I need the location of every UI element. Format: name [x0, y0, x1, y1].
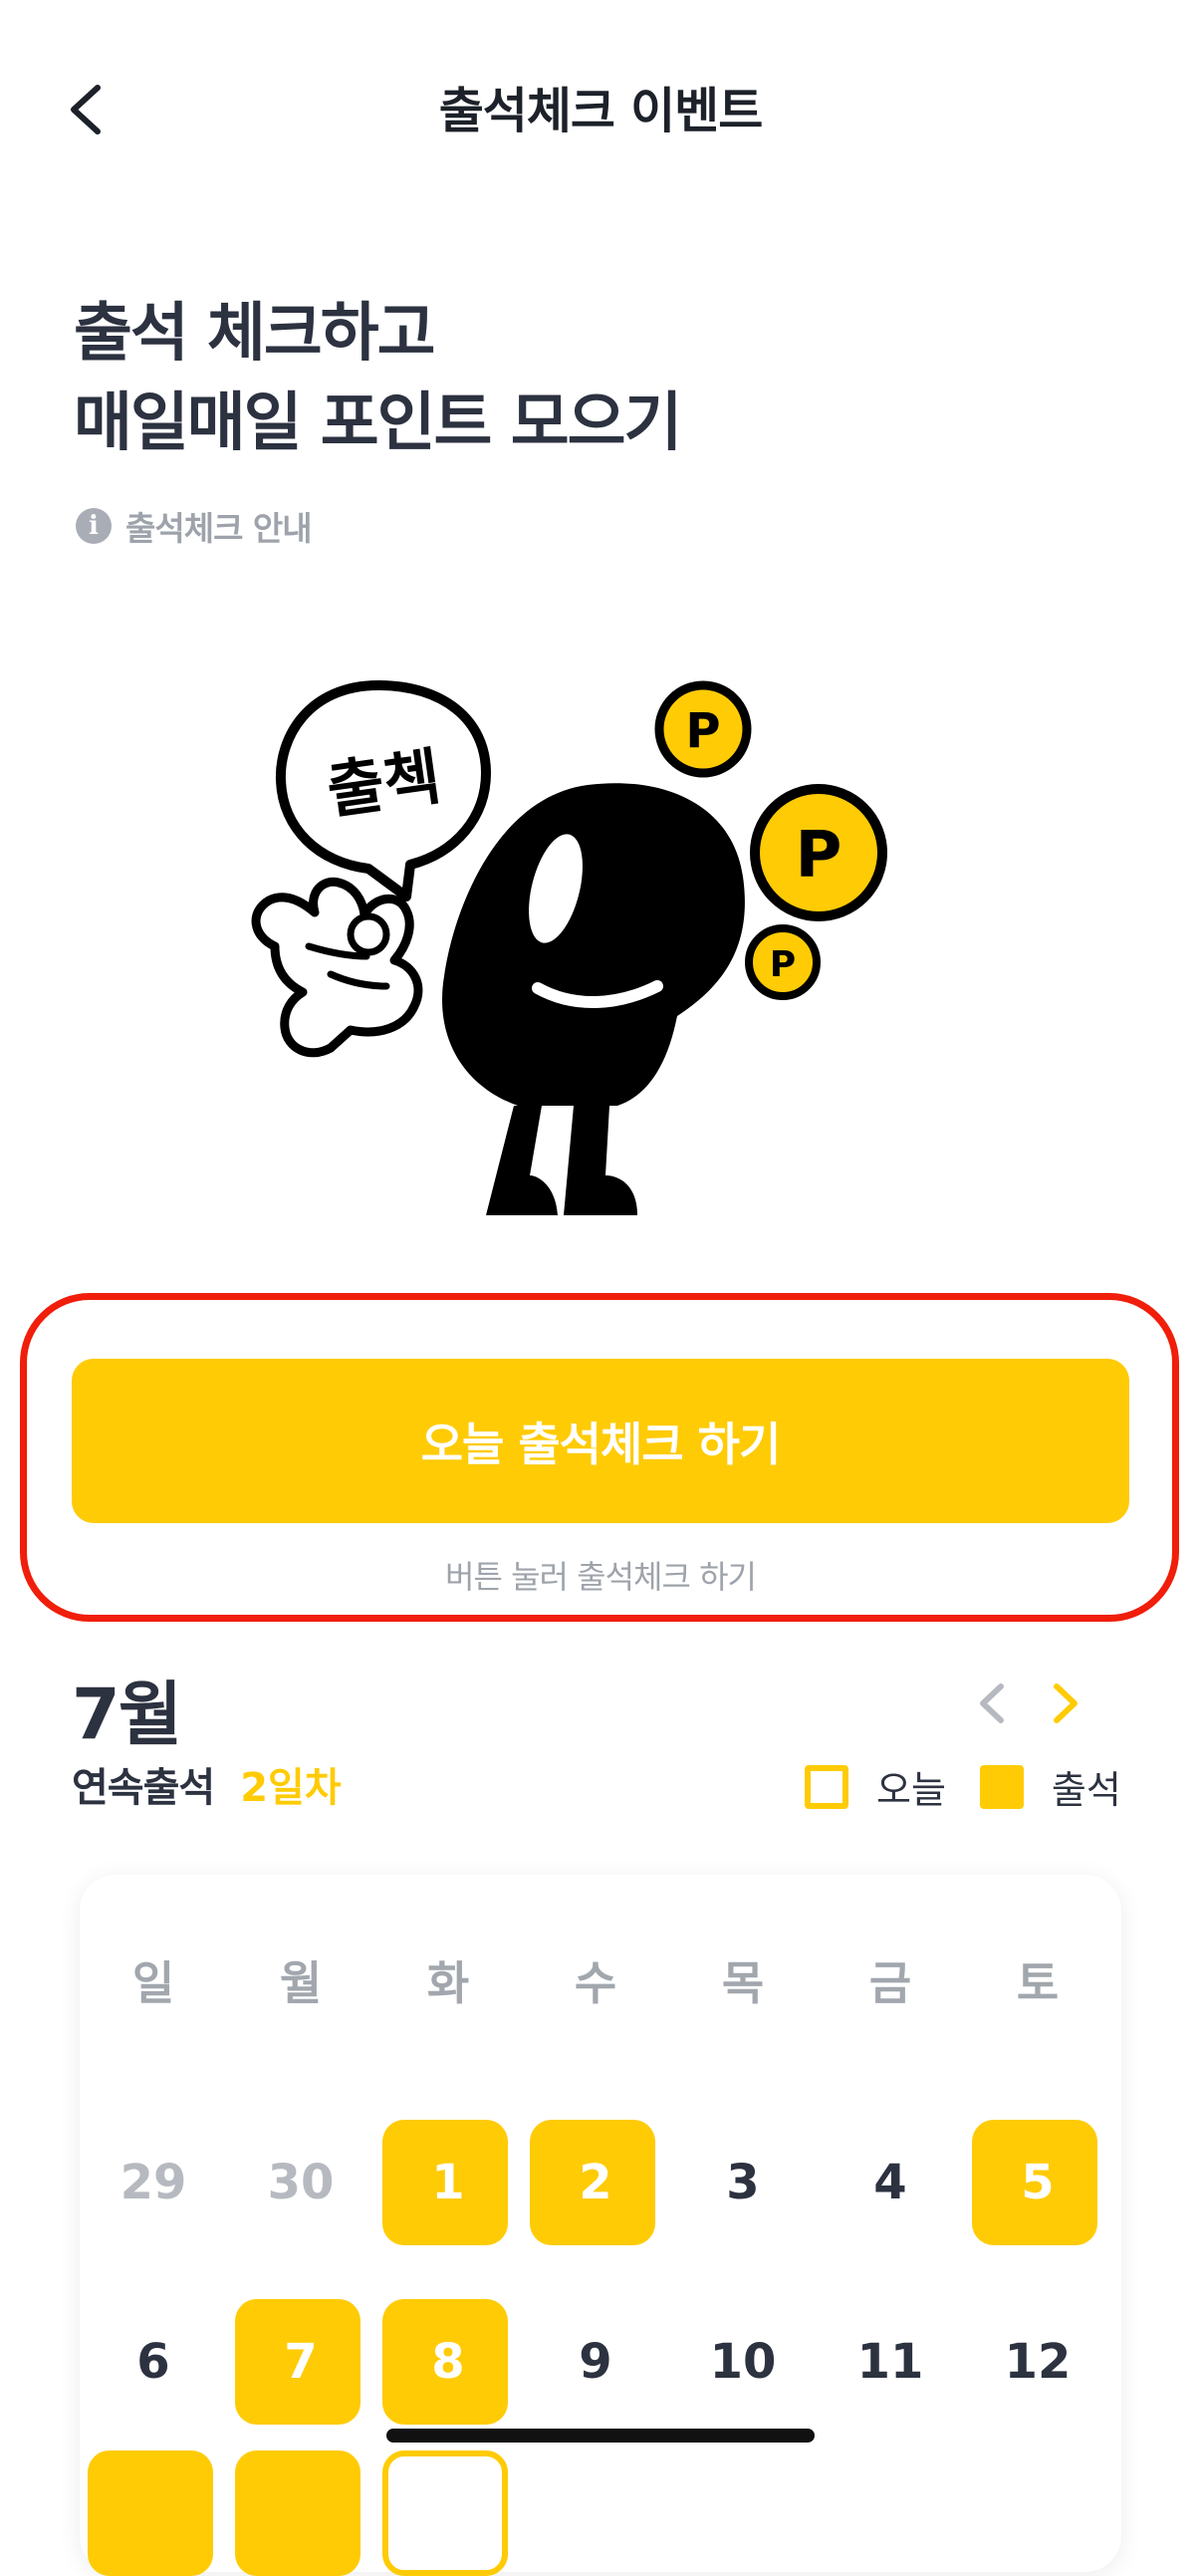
calendar-week-row: 29 30 1 2 3 4 5 [80, 2120, 1121, 2245]
legend-attended-label: 출석 [1051, 1768, 1121, 1812]
weekday-label: 수 [574, 1956, 617, 2010]
coin-icon-top: P [654, 680, 752, 778]
info-label: 출석체크 안내 [125, 509, 313, 548]
calendar-day-number: 11 [856, 2334, 924, 2390]
legend-attended-swatch [979, 1764, 1024, 1809]
prev-month-button[interactable] [969, 1678, 1019, 1728]
hero-title-line1: 출석 체크하고 [74, 297, 436, 371]
calendar-week-row: 6 7 8 9 10 11 12 [80, 2299, 1121, 2425]
weekday-label: 토 [1016, 1956, 1060, 2010]
calendar-day-number: 29 [120, 2155, 187, 2210]
streak-row: 연속출석 2일차 [72, 1755, 342, 1813]
info-icon: i [76, 508, 112, 544]
calendar-day-number: 2 [579, 2155, 612, 2210]
hero-title: 출석 체크하고 매일매일 포인트 모으기 [74, 289, 682, 468]
calendar-day-normal[interactable]: 11 [817, 2299, 964, 2425]
calendar-day-attended[interactable]: 1 [374, 2120, 522, 2245]
svg-text:P: P [685, 703, 720, 759]
mascot-body [442, 783, 745, 1215]
weekday-label: 월 [279, 1956, 323, 2010]
home-indicator [386, 2429, 815, 2443]
calendar-day-number: 1 [431, 2155, 465, 2210]
streak-value: 2일차 [240, 1765, 342, 1811]
calendar-day-normal[interactable]: 4 [817, 2120, 964, 2245]
ok-hand-icon [251, 877, 423, 1058]
check-in-hint: 버튼 눌러 출석체크 하기 [445, 1558, 757, 1596]
legend-today-label: 오늘 [876, 1768, 946, 1812]
calendar-day-number: 5 [1021, 2155, 1055, 2210]
calendar-day-number: 9 [579, 2334, 612, 2390]
calendar-day-attended[interactable]: 5 [964, 2120, 1111, 2245]
calendar-day-today[interactable] [374, 2450, 522, 2576]
streak-label: 연속출석 [72, 1765, 215, 1811]
calendar-day-attended[interactable] [80, 2450, 227, 2576]
calendar-day-normal[interactable]: 12 [964, 2299, 1111, 2425]
weekday-header: 일월화수목금토 [80, 1947, 1121, 2013]
speech-bubble: 출첵 [275, 680, 491, 902]
calendar-day-normal[interactable]: 10 [669, 2299, 817, 2425]
attendance-mascot-illustration: 출첵 P P P [251, 680, 887, 1215]
chevron-right-icon [1054, 1683, 1078, 1723]
calendar-legend: 오늘 출석 [805, 1759, 1121, 1814]
calendar-day-number: 3 [726, 2155, 760, 2210]
weekday-label: 금 [868, 1956, 912, 2010]
month-title: 7월 [72, 1674, 182, 1755]
weekday-label: 일 [131, 1956, 175, 2010]
attendance-info-link[interactable]: i 출석체크 안내 [76, 502, 313, 550]
legend-today-swatch [805, 1764, 848, 1809]
weekday-label: 화 [426, 1956, 470, 2010]
chevron-left-icon [980, 1683, 1004, 1723]
calendar-week-row-partial [80, 2450, 1121, 2576]
calendar-day-muted[interactable]: 30 [227, 2120, 374, 2245]
weekday-label: 목 [721, 1956, 765, 2010]
calendar-day-attended[interactable]: 8 [374, 2299, 522, 2425]
calendar-day-attended[interactable]: 2 [522, 2120, 669, 2245]
calendar-day-attended[interactable]: 7 [227, 2299, 374, 2425]
calendar-day-number: 4 [873, 2155, 907, 2210]
check-in-today-button[interactable]: 오늘 출석체크 하기 [72, 1359, 1129, 1523]
calendar-day-muted[interactable]: 29 [80, 2120, 227, 2245]
calendar-day-normal[interactable]: 3 [669, 2120, 817, 2245]
calendar-day-number: 12 [1004, 2334, 1072, 2390]
calendar-day-number: 6 [136, 2334, 170, 2390]
coin-icon-small: P [745, 924, 821, 1000]
page-title: 출석체크 이벤트 [438, 83, 764, 139]
coin-icon-large: P [750, 784, 887, 921]
hero-title-line2: 매일매일 포인트 모으기 [74, 386, 682, 460]
calendar-day-attended[interactable] [227, 2450, 374, 2576]
svg-text:P: P [770, 944, 796, 985]
calendar-day-number: 7 [284, 2334, 318, 2390]
svg-text:P: P [796, 819, 842, 893]
calendar-day-normal[interactable]: 9 [522, 2299, 669, 2425]
calendar-day-normal[interactable]: 6 [80, 2299, 227, 2425]
calendar-day-number: 8 [431, 2334, 465, 2390]
next-month-button[interactable] [1039, 1678, 1088, 1728]
calendar-day-number: 10 [709, 2334, 777, 2390]
calendar-day-number: 30 [267, 2155, 335, 2210]
